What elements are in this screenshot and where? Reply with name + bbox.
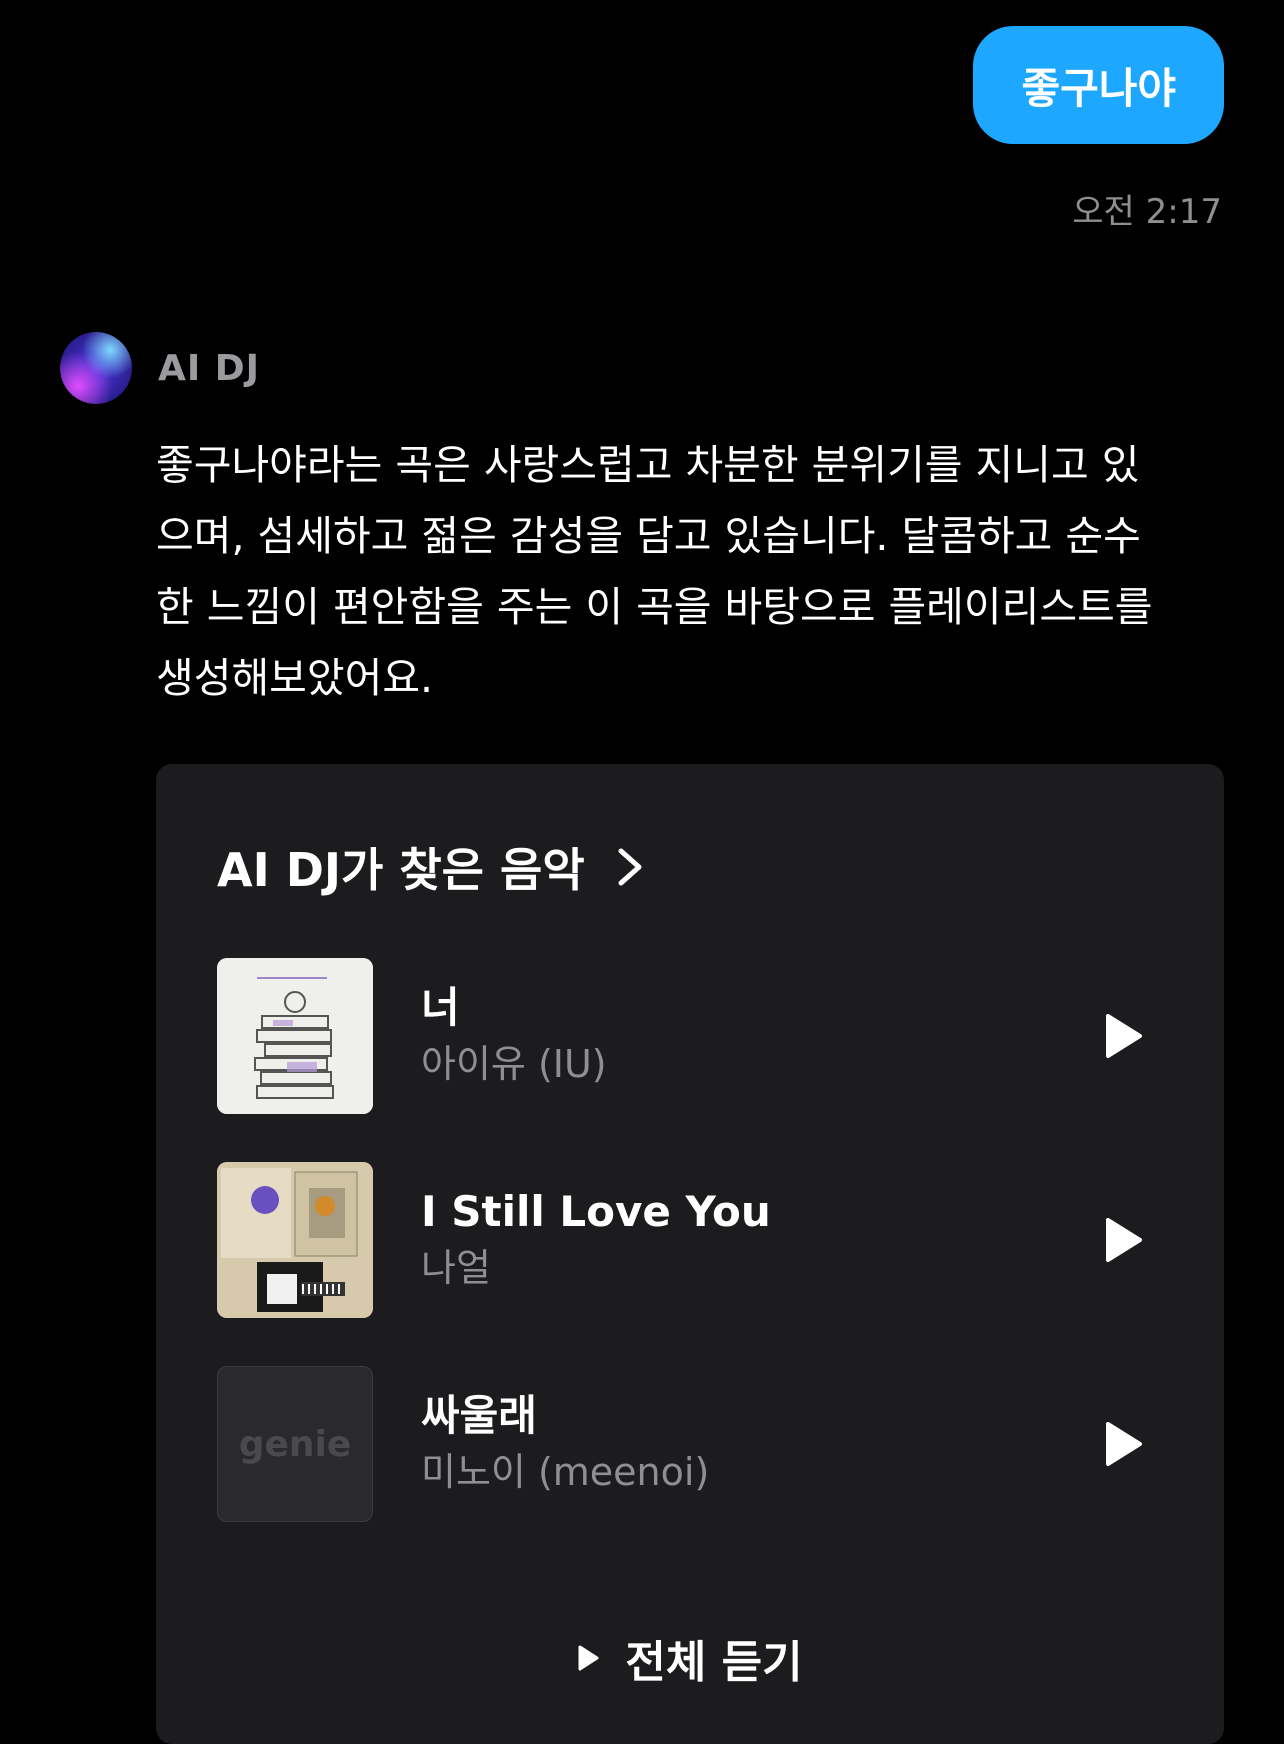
track-info: 너 아이유 (IU) (421, 980, 1093, 1092)
message-timestamp: 오전 2:17 (1072, 192, 1222, 232)
track-info: 싸울래 미노이 (meenoi) (421, 1388, 1093, 1500)
collage-cover-art (217, 1162, 373, 1318)
track-artist: 나얼 (421, 1246, 491, 1290)
play-icon (578, 1645, 599, 1671)
play-button[interactable] (1093, 1210, 1153, 1270)
track-title: I Still Love You (421, 1187, 771, 1236)
play-all-button[interactable]: 전체 듣기 (156, 1626, 1224, 1690)
bot-message: 좋구나야라는 곡은 사랑스럽고 차분한 분위기를 지니고 있으며, 섬세하고 젊… (156, 441, 1153, 702)
track-artist: 아이유 (IU) (421, 1042, 607, 1086)
track-info: I Still Love You 나얼 (421, 1184, 1093, 1296)
play-icon (1106, 1218, 1142, 1262)
avatar (60, 332, 132, 404)
album-cover (217, 958, 373, 1114)
track-artist: 미노이 (meenoi) (421, 1450, 710, 1494)
play-all-label: 전체 듣기 (625, 1637, 803, 1688)
bot-name: AI DJ (158, 347, 261, 389)
track-item[interactable]: genie 싸울래 미노이 (meenoi) (217, 1366, 1163, 1522)
playlist-card: AI DJ가 찾은 음악 너 아이유 (IU) I Still Love You… (156, 764, 1224, 1744)
album-cover (217, 1162, 373, 1318)
play-icon (1106, 1014, 1142, 1058)
play-button[interactable] (1093, 1414, 1153, 1474)
playlist-title: AI DJ가 찾은 음악 (217, 843, 585, 897)
track-item[interactable]: I Still Love You 나얼 (217, 1162, 1163, 1318)
chevron-right-icon (618, 848, 642, 886)
album-cover: genie (217, 1366, 373, 1522)
play-button[interactable] (1093, 1006, 1153, 1066)
track-title: 싸울래 (421, 1391, 537, 1440)
user-message-text: 좋구나야 (1021, 63, 1176, 113)
track-item[interactable]: 너 아이유 (IU) (217, 958, 1163, 1114)
track-title: 너 (421, 983, 460, 1032)
genie-placeholder-logo: genie (238, 1423, 352, 1465)
sketch-books-cover-art (217, 958, 373, 1114)
bot-header: AI DJ (60, 332, 260, 404)
playlist-header-link[interactable]: AI DJ가 찾은 음악 (217, 834, 645, 900)
play-icon (1106, 1422, 1142, 1466)
user-message-bubble: 좋구나야 (973, 26, 1224, 144)
